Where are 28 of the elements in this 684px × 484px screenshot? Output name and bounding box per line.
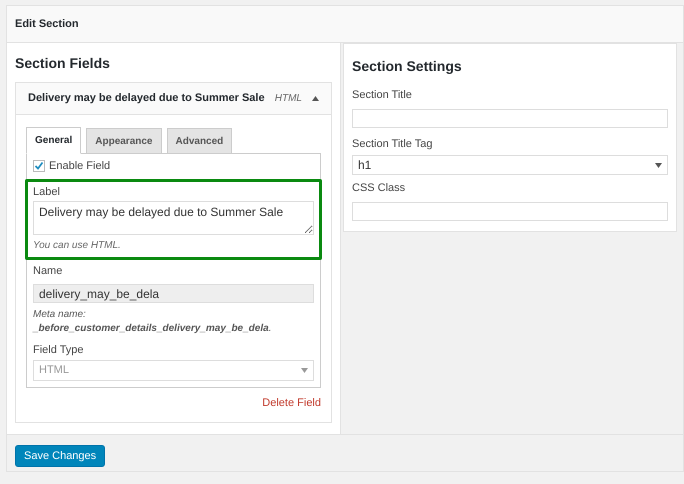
meta-name-text: Meta name: _before_customer_details_delivery_may_be_dela. bbox=[33, 308, 272, 336]
field-label: Section Title Tag bbox=[352, 136, 434, 152]
field-label: Section Title bbox=[352, 88, 413, 103]
field-hint: You can use HTML. bbox=[33, 239, 122, 253]
section-heading: Section Fields bbox=[15, 54, 111, 73]
field-label: Label bbox=[33, 184, 61, 200]
delete-field-link[interactable]: Delete Field bbox=[262, 395, 321, 412]
tab[interactable]: General bbox=[26, 127, 82, 154]
save-button[interactable]: Save Changes bbox=[15, 445, 106, 468]
tab[interactable]: Advanced bbox=[166, 128, 232, 153]
label-textarea[interactable]: Delivery may be delayed due to Summer Sale bbox=[33, 201, 314, 235]
section-heading: Section Settings bbox=[352, 57, 463, 76]
field-card-header[interactable]: Delivery may be delayed due to Summer Sale HTML bbox=[16, 83, 331, 115]
text-input[interactable] bbox=[352, 109, 668, 128]
field-title: Delivery may be delayed due to Summer Sale bbox=[28, 91, 266, 106]
field-type-tag: HTML bbox=[274, 91, 302, 106]
field-label: CSS Class bbox=[352, 181, 406, 196]
select-field[interactable]: h1 bbox=[352, 155, 668, 175]
field-label: Name bbox=[33, 264, 64, 279]
checkbox-label: Enable Field bbox=[49, 159, 110, 174]
panel-title: Edit Section bbox=[15, 16, 79, 32]
field-label: Field Type bbox=[33, 342, 85, 358]
caret-icon bbox=[655, 162, 662, 168]
checkbox[interactable] bbox=[33, 160, 45, 172]
name-input[interactable]: delivery_may_be_dela bbox=[33, 284, 314, 303]
text-input[interactable] bbox=[352, 202, 668, 221]
tab[interactable]: Appearance bbox=[86, 128, 162, 153]
caret-icon bbox=[301, 368, 308, 373]
